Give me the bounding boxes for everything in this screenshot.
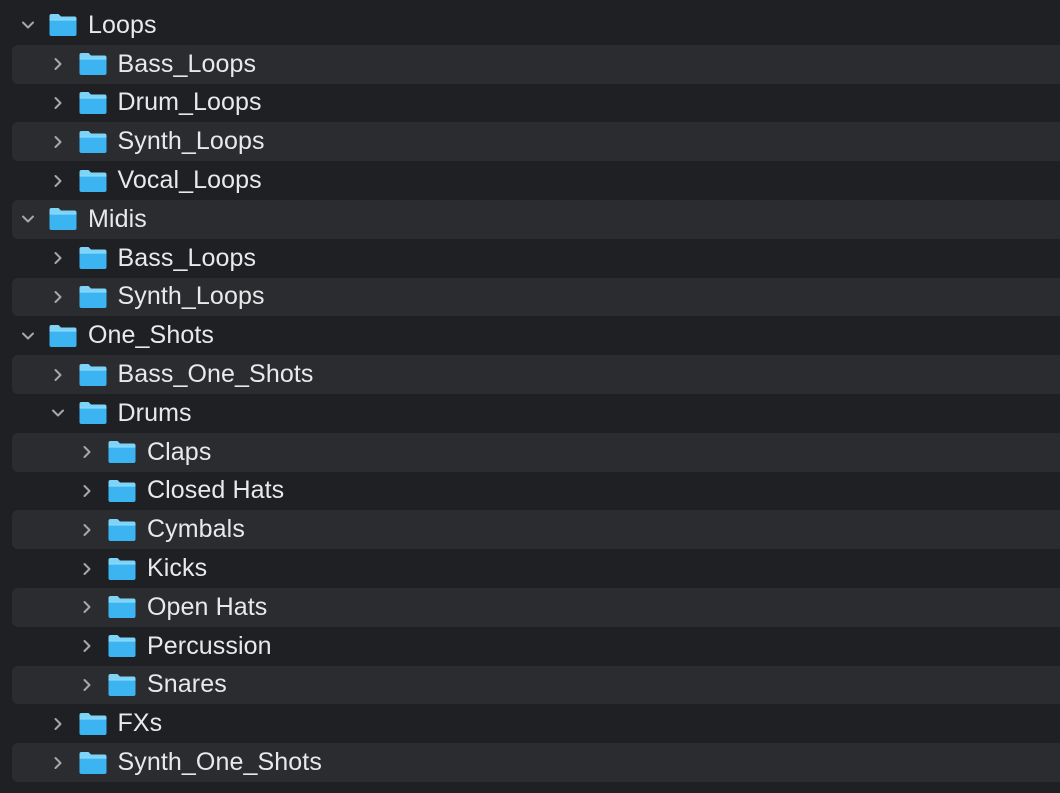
tree-row-vocal-loops[interactable]: Vocal_Loops [12, 161, 1060, 200]
folder-icon [79, 130, 106, 153]
tree-row-synth-loops[interactable]: Synth_Loops [12, 277, 1060, 317]
folder-icon [108, 673, 136, 696]
folder-tree: Loops Bass_Loops Drum_Loops Synth_Loops Voca… [0, 0, 1060, 793]
tree-row-cymbals[interactable]: Cymbals [12, 510, 1060, 550]
chevron-down-icon[interactable] [16, 324, 40, 348]
folder-label: Open Hats [147, 592, 268, 621]
tree-row-loops[interactable]: Loops [12, 6, 1060, 45]
folder-label: Kicks [147, 554, 208, 583]
folder-label: Midis [88, 204, 147, 233]
folder-icon [79, 53, 106, 76]
tree-row-bass-loops[interactable]: Bass_Loops [12, 44, 1060, 84]
folder-icon [79, 402, 106, 425]
tree-row-snares[interactable]: Snares [12, 665, 1060, 705]
tree-row-one-shots[interactable]: One_Shots [12, 316, 1060, 355]
folder-icon [108, 557, 136, 580]
chevron-right-icon[interactable] [75, 634, 99, 658]
tree-row-closed-hats[interactable]: Closed Hats [12, 472, 1060, 511]
chevron-down-icon[interactable] [16, 207, 40, 231]
folder-label: Vocal_Loops [117, 166, 262, 195]
chevron-down-icon[interactable] [16, 13, 40, 37]
folder-icon [79, 247, 106, 270]
folder-label: Synth_One_Shots [117, 748, 322, 777]
chevron-right-icon[interactable] [46, 52, 70, 76]
chevron-right-icon[interactable] [75, 479, 99, 503]
folder-icon [108, 596, 136, 619]
chevron-right-icon[interactable] [75, 673, 99, 697]
folder-icon [108, 441, 136, 464]
tree-row-bass-loops[interactable]: Bass_Loops [12, 239, 1060, 278]
folder-icon [108, 479, 136, 502]
folder-label: One_Shots [88, 321, 214, 350]
folder-label: Bass_Loops [117, 243, 257, 272]
folder-icon [49, 14, 77, 37]
folder-label: Snares [147, 670, 227, 699]
chevron-right-icon[interactable] [46, 712, 70, 736]
chevron-right-icon[interactable] [46, 363, 70, 387]
tree-row-synth-loops[interactable]: Synth_Loops [12, 122, 1060, 162]
tree-row-synth-one-shots[interactable]: Synth_One_Shots [12, 743, 1060, 782]
chevron-right-icon[interactable] [46, 246, 70, 270]
chevron-right-icon[interactable] [46, 285, 70, 309]
chevron-right-icon[interactable] [75, 557, 99, 581]
folder-label: FXs [117, 709, 163, 738]
chevron-right-icon[interactable] [46, 169, 70, 193]
folder-label: Synth_Loops [117, 127, 265, 156]
chevron-right-icon[interactable] [46, 751, 70, 775]
chevron-down-icon[interactable] [46, 401, 70, 425]
folder-label: Synth_Loops [117, 282, 265, 311]
folder-icon [49, 208, 77, 231]
folder-label: Drum_Loops [117, 88, 262, 117]
chevron-right-icon[interactable] [46, 130, 70, 154]
folder-label: Bass_Loops [117, 49, 257, 78]
tree-row-midis[interactable]: Midis [12, 199, 1060, 239]
folder-icon [79, 363, 106, 386]
tree-row-drum-loops[interactable]: Drum_Loops [12, 84, 1060, 123]
folder-label: Percussion [147, 631, 272, 660]
folder-label: Bass_One_Shots [117, 360, 314, 389]
folder-icon [108, 518, 136, 541]
folder-icon [79, 712, 106, 735]
folder-label: Drums [117, 398, 192, 427]
folder-icon [79, 285, 106, 308]
tree-row-open-hats[interactable]: Open Hats [12, 587, 1060, 627]
tree-row-percussion[interactable]: Percussion [12, 627, 1060, 666]
folder-icon [79, 169, 106, 192]
tree-row-drums[interactable]: Drums [12, 394, 1060, 433]
tree-row-claps[interactable]: Claps [12, 432, 1060, 472]
tree-row-bass-one-shots[interactable]: Bass_One_Shots [12, 355, 1060, 394]
chevron-right-icon[interactable] [75, 518, 99, 542]
chevron-right-icon[interactable] [75, 440, 99, 464]
folder-label: Loops [88, 10, 157, 39]
folder-icon [79, 91, 106, 114]
folder-label: Claps [147, 437, 212, 466]
folder-label: Cymbals [147, 515, 245, 544]
folder-icon [108, 635, 136, 658]
chevron-right-icon[interactable] [46, 91, 70, 115]
tree-row-fxs[interactable]: FXs [12, 704, 1060, 743]
chevron-right-icon[interactable] [75, 595, 99, 619]
folder-icon [49, 324, 77, 347]
folder-label: Closed Hats [147, 476, 285, 505]
tree-row-kicks[interactable]: Kicks [12, 549, 1060, 588]
folder-icon [79, 751, 106, 774]
